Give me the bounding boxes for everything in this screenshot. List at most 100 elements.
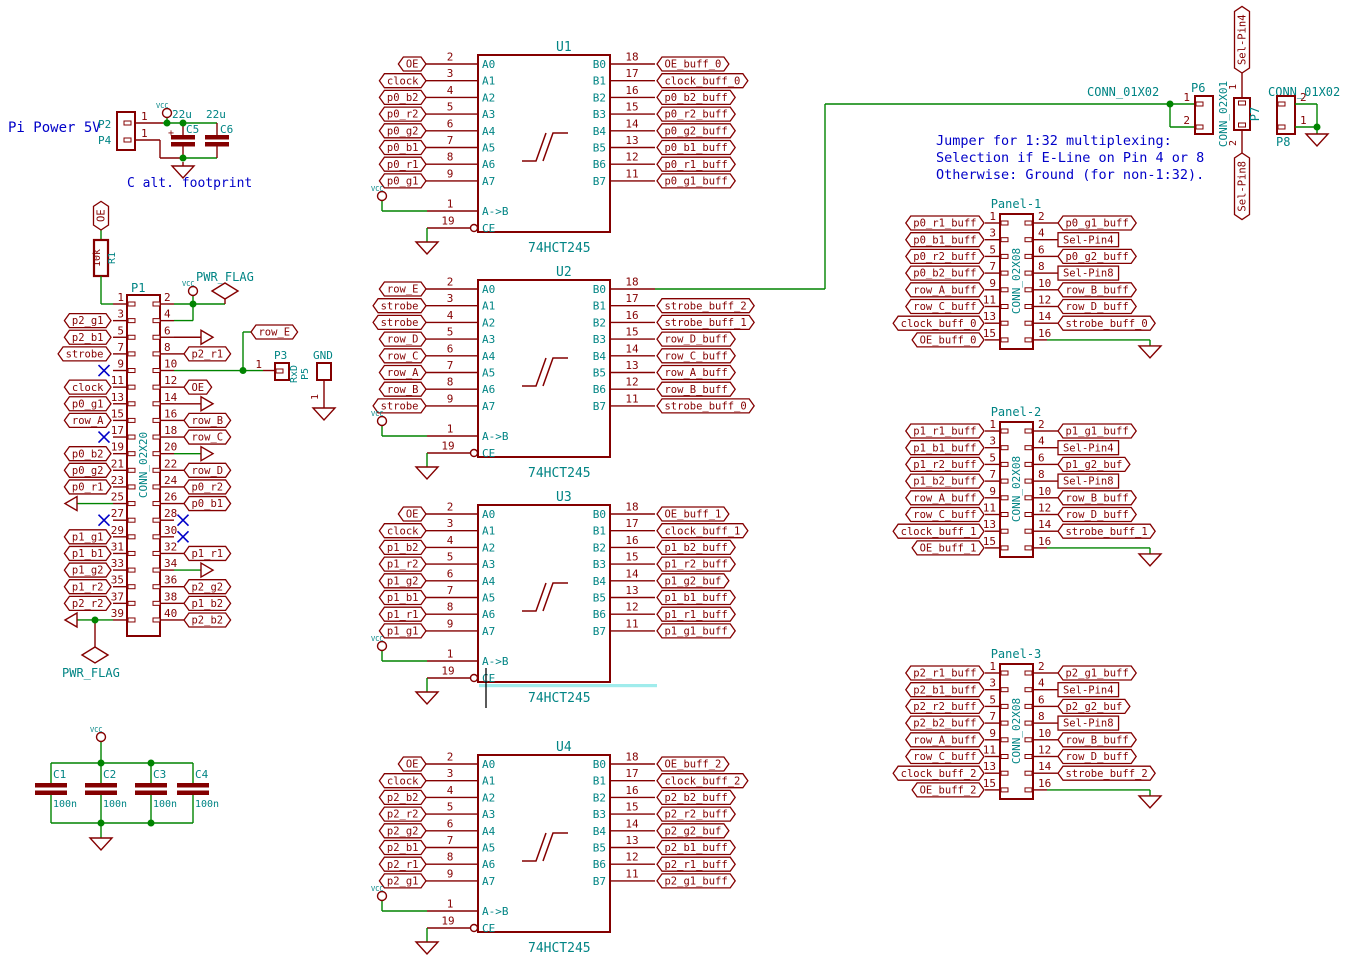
net-label-p2_r2_buff[interactable]: p2_r2_buff — [906, 699, 984, 713]
net-label-p2_b2_buff[interactable]: p2_b2_buff — [906, 716, 984, 730]
net-label-p2_g2[interactable]: p2_g2 — [184, 580, 231, 594]
net-label-row_B_buff[interactable]: row_B_buff — [657, 382, 735, 396]
net-label-p0_g1[interactable]: p0_g1 — [379, 174, 426, 188]
net-label-p1_r1[interactable]: p1_r1 — [379, 607, 426, 621]
net-label-p1_b2[interactable]: p1_b2 — [379, 540, 426, 554]
net-label-strobe[interactable]: strobe — [373, 315, 426, 329]
net-label-row_B_buff[interactable]: row_B_buff — [1058, 491, 1136, 505]
pullup-resistor[interactable]: 10kR1 — [92, 230, 118, 304]
net-label-p2_b2[interactable]: p2_b2 — [379, 790, 426, 804]
net-label-p1_b2_buff[interactable]: p1_b2_buff — [906, 474, 984, 488]
net-label-p0_r1_buff[interactable]: p0_r1_buff — [657, 157, 735, 171]
net-label-row_E[interactable]: row_E — [379, 282, 426, 296]
net-label-p0_r2_buff[interactable]: p0_r2_buff — [657, 107, 735, 121]
net-label-OE_buff_2[interactable]: OE_buff_2 — [657, 757, 729, 771]
net-label-p2_b1_buff[interactable]: p2_b1_buff — [657, 841, 735, 855]
net-label-strobe[interactable]: strobe — [58, 347, 111, 361]
net-label-strobe_buff_1[interactable]: strobe_buff_1 — [1058, 524, 1155, 538]
net-label-strobe_buff_2[interactable]: strobe_buff_2 — [1058, 766, 1155, 780]
net-label-p0_g2[interactable]: p0_g2 — [64, 463, 111, 477]
net-label-Sel-Pin8[interactable]: Sel-Pin8 — [1058, 266, 1119, 280]
gnd-symbol[interactable] — [201, 397, 213, 411]
net-label-p2_g1[interactable]: p2_g1 — [64, 314, 111, 328]
net-label-row_B_buff[interactable]: row_B_buff — [1058, 733, 1136, 747]
net-label-row_A_buff[interactable]: row_A_buff — [657, 366, 735, 380]
net-label-row_A_buff[interactable]: row_A_buff — [906, 491, 984, 505]
junction-dot[interactable] — [98, 820, 105, 827]
net-label-p0_r1_buff[interactable]: p0_r1_buff — [906, 216, 984, 230]
connector-p3-p5[interactable]: 1P3RxDP5GND1 — [255, 349, 333, 408]
net-label-row_A[interactable]: row_A — [379, 366, 426, 380]
net-label-strobe[interactable]: strobe — [373, 299, 426, 313]
cap-plate[interactable] — [85, 783, 117, 788]
pwr-flag-symbol[interactable] — [82, 647, 108, 663]
gnd-symbol[interactable] — [201, 447, 213, 461]
net-label-clock_buff_2[interactable]: clock_buff_2 — [893, 766, 984, 780]
net-label-p1_g1_buff[interactable]: p1_g1_buff — [657, 624, 735, 638]
net-label-clock_buff_0[interactable]: clock_buff_0 — [657, 74, 748, 88]
cap-plate[interactable] — [177, 791, 209, 796]
gnd-symbol[interactable] — [416, 692, 438, 704]
net-label-p0_b1_buff[interactable]: p0_b1_buff — [906, 233, 984, 247]
gnd-symbol[interactable] — [201, 330, 213, 344]
net-label-row_B[interactable]: row_B — [184, 413, 231, 427]
net-label-p1_g2_buf[interactable]: p1_g2_buf — [1058, 457, 1130, 471]
net-label-p2_b2_buff[interactable]: p2_b2_buff — [657, 790, 735, 804]
no-connect-x[interactable] — [99, 365, 110, 376]
net-label-p1_r2[interactable]: p1_r2 — [379, 557, 426, 571]
net-label-p1_r1[interactable]: p1_r1 — [184, 546, 231, 560]
net-label-clock_buff_0[interactable]: clock_buff_0 — [893, 316, 984, 330]
net-label-p0_b2[interactable]: p0_b2 — [379, 90, 426, 104]
decoupling-caps[interactable]: C1100nC2100nC3100nC4100n — [35, 742, 219, 839]
net-label-p1_g2[interactable]: p1_g2 — [379, 574, 426, 588]
net-label-row_C_buff[interactable]: row_C_buff — [906, 750, 984, 764]
net-label-p2_g2_buf[interactable]: p2_g2_buf — [1058, 699, 1130, 713]
net-label-p2_r1_buff[interactable]: p2_r1_buff — [906, 666, 984, 680]
net-label-OE[interactable]: OE — [398, 757, 426, 771]
cap-plate[interactable] — [177, 783, 209, 788]
cap-plate[interactable] — [135, 791, 167, 796]
net-label-p0_g2_buff[interactable]: p0_g2_buff — [657, 124, 735, 138]
junction-dot[interactable] — [164, 120, 171, 127]
net-label-OE_buff_1[interactable]: OE_buff_1 — [657, 507, 729, 521]
net-label-p0_b1[interactable]: p0_b1 — [379, 141, 426, 155]
net-label-clock[interactable]: clock — [379, 774, 426, 788]
net-label-p0_r2[interactable]: p0_r2 — [184, 480, 231, 494]
connector-body[interactable] — [117, 112, 135, 150]
gnd-symbol[interactable] — [313, 408, 335, 420]
net-label-clock_buff_1[interactable]: clock_buff_1 — [893, 524, 984, 538]
net-label-p1_b1_buff[interactable]: p1_b1_buff — [657, 591, 735, 605]
junction-dot[interactable] — [1314, 124, 1321, 131]
net-label-clock[interactable]: clock — [379, 74, 426, 88]
net-label-row_B[interactable]: row_B — [379, 382, 426, 396]
gnd-symbol[interactable] — [65, 613, 77, 627]
net-label-Sel-Pin4[interactable]: Sel-Pin4 — [1058, 233, 1119, 247]
junction-dot[interactable] — [98, 760, 105, 767]
net-label-p0_b1_buff[interactable]: p0_b1_buff — [657, 141, 735, 155]
net-label-row_C_buff[interactable]: row_C_buff — [906, 300, 984, 314]
net-label-row_D_buff[interactable]: row_D_buff — [1058, 750, 1136, 764]
junction-dot[interactable] — [148, 760, 155, 767]
cap-plate[interactable] — [35, 791, 67, 796]
net-label-p1_r1_buff[interactable]: p1_r1_buff — [657, 607, 735, 621]
net-label-clock_buff_2[interactable]: clock_buff_2 — [657, 774, 748, 788]
net-label-p1_b2_buff[interactable]: p1_b2_buff — [657, 540, 735, 554]
net-label-row_C[interactable]: row_C — [379, 349, 426, 363]
net-label-row_C_buff[interactable]: row_C_buff — [906, 508, 984, 522]
no-connect-x[interactable] — [99, 515, 110, 526]
net-label-Sel-Pin8[interactable]: Sel-Pin8 — [1058, 716, 1119, 730]
net-label-p2_g1[interactable]: p2_g1 — [379, 874, 426, 888]
gnd-symbol[interactable] — [1306, 134, 1328, 146]
net-label-clock[interactable]: clock — [64, 380, 111, 394]
junction-dot[interactable] — [180, 120, 187, 127]
net-label-row_B_buff[interactable]: row_B_buff — [1058, 283, 1136, 297]
net-label-strobe_buff_0[interactable]: strobe_buff_0 — [1058, 316, 1155, 330]
net-label-row_D[interactable]: row_D — [379, 332, 426, 346]
no-connect-x[interactable] — [178, 515, 189, 526]
net-label-p2_g1_buff[interactable]: p2_g1_buff — [1058, 666, 1136, 680]
junction-dot[interactable] — [190, 301, 197, 308]
gnd-symbol[interactable] — [1139, 346, 1161, 358]
net-label-strobe_buff_2[interactable]: strobe_buff_2 — [657, 299, 754, 313]
net-label-p2_r2[interactable]: p2_r2 — [379, 807, 426, 821]
net-label-p2_r1[interactable]: p2_r1 — [184, 347, 231, 361]
